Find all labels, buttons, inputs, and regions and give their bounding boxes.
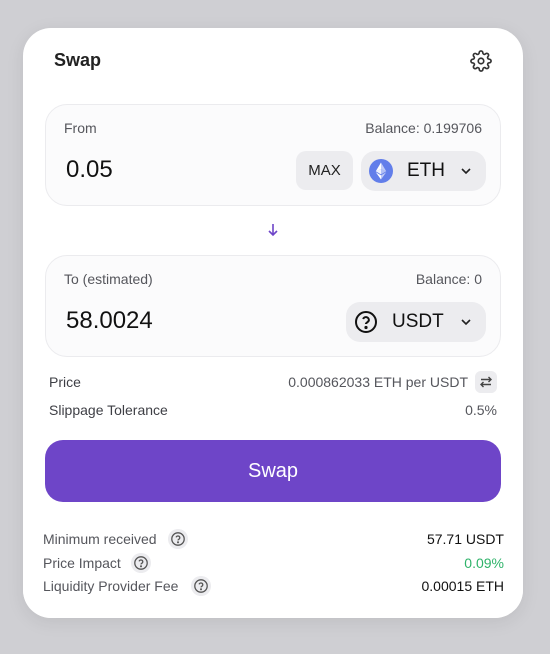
price-impact-value: 0.09% [464, 555, 504, 571]
to-amount-input[interactable] [66, 304, 266, 338]
swap-header: Swap [23, 28, 523, 96]
to-token-select[interactable]: USDT [346, 302, 486, 342]
slippage-row: Slippage Tolerance 0.5% [49, 402, 497, 418]
question-circle-icon[interactable] [191, 576, 211, 596]
from-token-label: ETH [407, 160, 445, 181]
minimum-received-value: 57.71 USDT [426, 531, 504, 547]
from-label: From [64, 120, 97, 136]
details-panel [23, 483, 523, 618]
minimum-received-label: Minimum received [43, 531, 157, 547]
lp-fee-value: 0.00015 ETH [421, 578, 505, 594]
arrow-down-icon[interactable] [266, 222, 280, 238]
chevron-down-icon [461, 168, 471, 175]
swap-button[interactable]: Swap [45, 440, 501, 502]
to-token-label: USDT [392, 311, 444, 332]
price-row: Price 0.000862033 ETH per USDT [49, 371, 497, 393]
swap-card: Swap From Balance: 0.199706 MAX ETH [23, 28, 523, 618]
question-circle-icon [355, 311, 377, 333]
from-panel: From Balance: 0.199706 MAX ETH [45, 104, 501, 206]
max-button[interactable]: MAX [296, 151, 353, 190]
price-impact-row: Price Impact 0.09% [43, 553, 504, 573]
from-amount-input[interactable] [66, 153, 266, 187]
slippage-value: 0.5% [465, 402, 497, 418]
to-panel: To (estimated) Balance: 0 USDT [45, 255, 501, 357]
lp-fee-label: Liquidity Provider Fee [43, 578, 179, 594]
lp-fee-row: Liquidity Provider Fee 0.00015 ETH [43, 576, 505, 596]
price-label: Price [49, 374, 81, 390]
from-token-select[interactable]: ETH [361, 151, 486, 191]
price-impact-label: Price Impact [43, 555, 121, 571]
price-value: 0.000862033 ETH per USDT [288, 374, 468, 390]
to-label: To (estimated) [64, 271, 153, 287]
slippage-label: Slippage Tolerance [49, 402, 168, 418]
from-balance: Balance: 0.199706 [365, 120, 482, 136]
question-circle-icon[interactable] [131, 553, 151, 573]
ethereum-icon [369, 159, 393, 183]
chevron-down-icon [461, 319, 471, 326]
question-circle-icon[interactable] [168, 529, 188, 549]
minimum-received-row: Minimum received 57.71 USDT [43, 529, 504, 549]
gear-icon[interactable] [470, 50, 492, 72]
to-balance: Balance: 0 [415, 271, 482, 287]
swap-direction-icon[interactable] [475, 371, 497, 393]
page-title: Swap [54, 50, 102, 70]
